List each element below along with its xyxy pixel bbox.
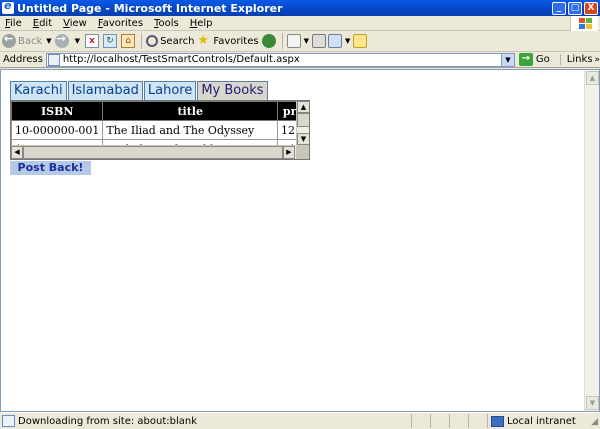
- column-header-isbn[interactable]: ISBN: [11, 101, 104, 121]
- mail-dropdown-icon[interactable]: ▼: [304, 37, 309, 45]
- menu-bar: File Edit View Favorites Tools Help: [0, 16, 600, 31]
- address-bar: Address http://localhost/TestSmartContro…: [0, 52, 600, 68]
- menu-file[interactable]: File: [5, 18, 22, 29]
- cell-title: The Iliad and The Odyssey: [102, 120, 278, 140]
- scroll-right-icon[interactable]: ▶: [283, 146, 295, 159]
- media-icon[interactable]: [261, 34, 276, 48]
- status-pane: [468, 414, 486, 428]
- status-bar: Downloading from site: about:blank Local…: [0, 412, 600, 429]
- ie-icon: [2, 0, 14, 14]
- search-label: Search: [160, 35, 195, 47]
- grid-horizontal-scrollbar[interactable]: ◀ ▶: [11, 145, 309, 159]
- page-loading-icon: [2, 415, 15, 427]
- go-label: Go: [535, 54, 550, 65]
- menu-tools[interactable]: Tools: [154, 18, 179, 29]
- print-icon[interactable]: [311, 34, 326, 48]
- refresh-icon[interactable]: ↻: [103, 34, 118, 48]
- window-title: Untitled Page - Microsoft Internet Explo…: [17, 1, 283, 15]
- menu-help[interactable]: Help: [190, 18, 213, 29]
- minimize-button[interactable]: _: [552, 1, 566, 15]
- links-button[interactable]: Links»: [559, 54, 600, 65]
- edit-icon[interactable]: [327, 34, 342, 48]
- favorites-label: Favorites: [213, 35, 259, 47]
- home-icon[interactable]: ⌂: [121, 34, 136, 48]
- zone-label: Local intranet: [507, 415, 576, 427]
- grid-header-row: ISBN title pric: [11, 101, 309, 121]
- close-button[interactable]: X: [584, 1, 598, 15]
- menu-edit[interactable]: Edit: [33, 18, 52, 29]
- go-button[interactable]: → Go: [518, 53, 550, 66]
- grid-vscroll-thumb[interactable]: [297, 113, 309, 127]
- toolbar: Back ▼ ▼ x ↻ ⌂ Search ★ Favorites ▼ ▼: [0, 31, 600, 52]
- maximize-button[interactable]: ▢: [568, 1, 582, 15]
- status-text: Downloading from site: about:blank: [18, 415, 198, 427]
- search-icon: [146, 35, 159, 47]
- security-zone: Local intranet: [487, 414, 587, 428]
- forward-arrow-icon: [54, 32, 69, 48]
- tab-islamabad[interactable]: Islamabad: [67, 81, 143, 100]
- menu-favorites[interactable]: Favorites: [98, 18, 143, 29]
- title-bar: Untitled Page - Microsoft Internet Explo…: [0, 0, 600, 16]
- search-button[interactable]: Search: [146, 35, 194, 47]
- forward-dropdown-icon[interactable]: ▼: [75, 37, 80, 45]
- city-tabs: Karachi Islamabad Lahore My Books: [10, 81, 269, 100]
- status-pane: [449, 414, 467, 428]
- stop-icon[interactable]: x: [85, 34, 100, 48]
- grid-vertical-scrollbar[interactable]: ▲ ▼: [296, 101, 309, 145]
- windows-logo-icon: [570, 16, 598, 31]
- edit-dropdown-icon[interactable]: ▼: [345, 37, 350, 45]
- table-row[interactable]: 10-000000-001 The Iliad and The Odyssey …: [11, 120, 309, 140]
- address-label: Address: [3, 54, 43, 65]
- page-icon: [47, 53, 60, 66]
- menu-view[interactable]: View: [63, 18, 87, 29]
- back-label: Back: [18, 35, 43, 47]
- scroll-left-icon[interactable]: ◀: [11, 146, 23, 159]
- links-label: Links: [566, 54, 593, 65]
- back-arrow-icon: [2, 32, 16, 48]
- page-scroll-up-icon[interactable]: ▲: [586, 71, 599, 85]
- favorites-button[interactable]: ★ Favorites: [197, 34, 258, 48]
- back-button[interactable]: Back: [2, 32, 43, 48]
- books-grid-panel: ISBN title pric 10-000000-001 The Iliad …: [10, 100, 310, 160]
- address-input[interactable]: http://localhost/TestSmartControls/Defau…: [45, 52, 515, 67]
- scroll-down-icon[interactable]: ▼: [297, 133, 309, 145]
- discuss-icon[interactable]: [353, 34, 368, 48]
- toolbar-separator: [141, 33, 143, 49]
- star-icon: ★: [197, 33, 210, 48]
- forward-button[interactable]: [54, 32, 71, 48]
- tab-karachi[interactable]: Karachi: [10, 81, 67, 100]
- chevron-right-icon: »: [594, 55, 600, 65]
- intranet-icon: [491, 415, 504, 427]
- resize-grip-icon[interactable]: ◢: [591, 417, 598, 427]
- back-dropdown-icon[interactable]: ▼: [46, 37, 51, 45]
- tab-lahore[interactable]: Lahore: [143, 81, 197, 100]
- toolbar-separator: [281, 33, 283, 49]
- status-pane: [430, 414, 448, 428]
- scroll-up-icon[interactable]: ▲: [297, 101, 309, 113]
- mail-icon[interactable]: [286, 34, 301, 48]
- tab-my-books[interactable]: My Books: [197, 81, 268, 100]
- page-content: Karachi Islamabad Lahore My Books ISBN t…: [0, 69, 600, 412]
- column-header-title[interactable]: title: [102, 101, 278, 121]
- go-arrow-icon: →: [518, 53, 533, 66]
- scrollbar-corner: [296, 146, 309, 159]
- address-url[interactable]: http://localhost/TestSmartControls/Defau…: [63, 54, 300, 65]
- address-dropdown-icon[interactable]: ▼: [500, 53, 514, 66]
- page-scroll-down-icon[interactable]: ▼: [586, 396, 599, 410]
- page-vertical-scrollbar[interactable]: ▲ ▼: [584, 70, 599, 411]
- cell-isbn: 10-000000-001: [11, 120, 104, 140]
- status-pane: [411, 414, 429, 428]
- grid-hscroll-thumb[interactable]: [23, 146, 283, 159]
- post-back-button[interactable]: Post Back!: [10, 161, 91, 175]
